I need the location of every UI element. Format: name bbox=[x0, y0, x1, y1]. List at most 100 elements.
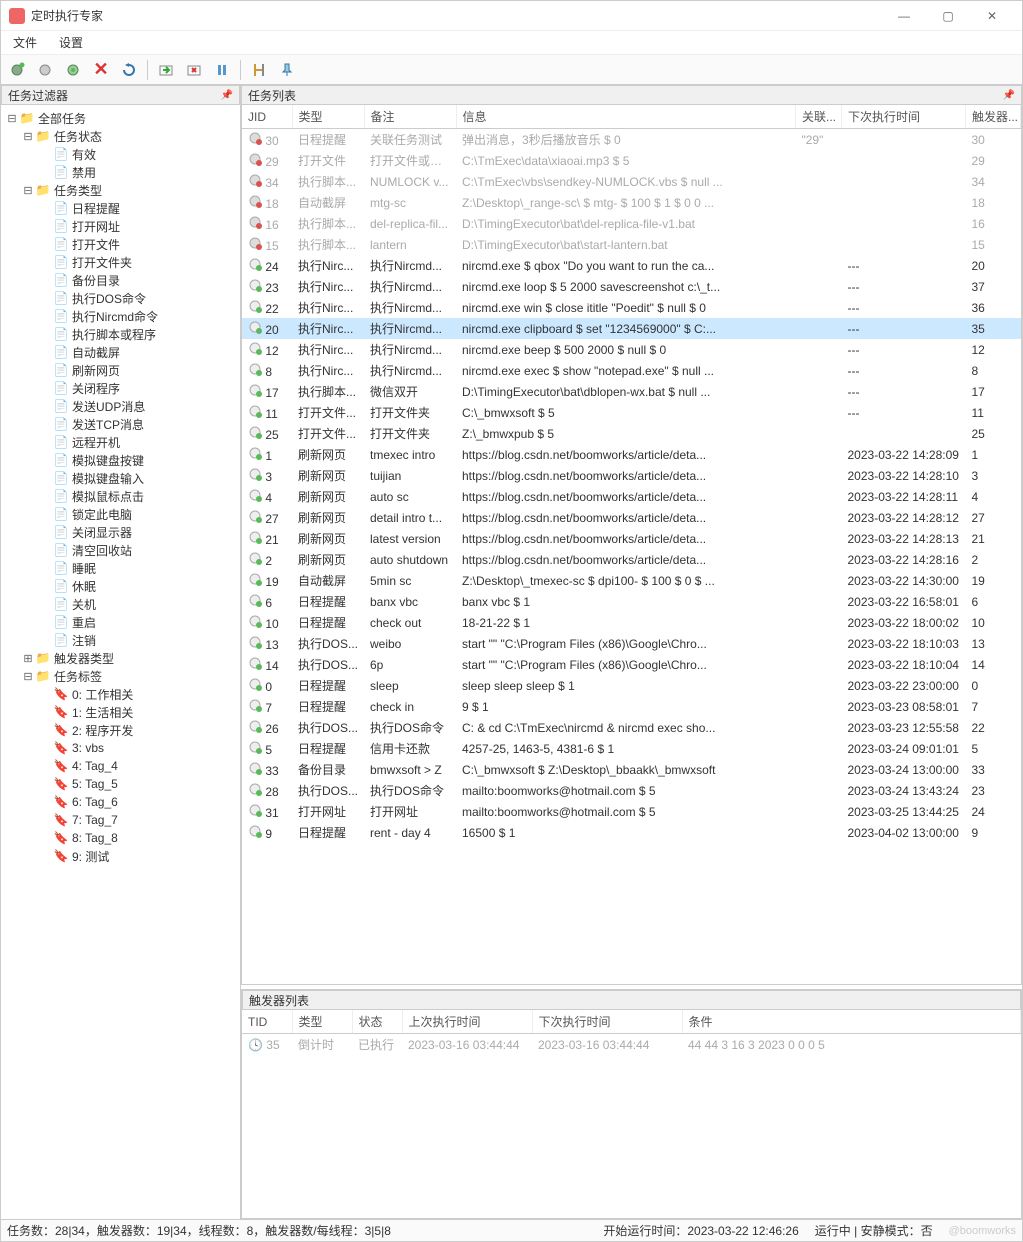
tree-tag-9[interactable]: 🔖9: 测试 bbox=[3, 847, 238, 865]
tree-tag-3[interactable]: 🔖3: vbs bbox=[3, 739, 238, 757]
task-row[interactable]: 18自动截屏mtg-scZ:\Desktop\_range-sc\ $ mtg-… bbox=[242, 192, 1021, 213]
tree-tag-6[interactable]: 🔖6: Tag_6 bbox=[3, 793, 238, 811]
task-row[interactable]: 8执行Nirc...执行Nircmd...nircmd.exe exec $ s… bbox=[242, 360, 1021, 381]
task-row[interactable]: 9日程提醒rent - day 416500 $ 12023-04-02 13:… bbox=[242, 822, 1021, 843]
tree-type-5[interactable]: 📄执行DOS命令 bbox=[3, 289, 238, 307]
task-row[interactable]: 6日程提醒banx vbcbanx vbc $ 12023-03-22 16:5… bbox=[242, 591, 1021, 612]
tree-type-22[interactable]: 📄关机 bbox=[3, 595, 238, 613]
tree-tag-0[interactable]: 🔖0: 工作相关 bbox=[3, 685, 238, 703]
tree-type-7[interactable]: 📄执行脚本或程序 bbox=[3, 325, 238, 343]
tree-type-17[interactable]: 📄锁定此电脑 bbox=[3, 505, 238, 523]
tcol-last[interactable]: 上次执行时间 bbox=[402, 1010, 532, 1034]
col-jid[interactable]: JID bbox=[242, 105, 292, 129]
task-row[interactable]: 26执行DOS...执行DOS命令C: & cd C:\TmExec\nircm… bbox=[242, 717, 1021, 738]
tree-type-3[interactable]: 📄打开文件夹 bbox=[3, 253, 238, 271]
col-info[interactable]: 信息 bbox=[456, 105, 796, 129]
tree-type-19[interactable]: 📄清空回收站 bbox=[3, 541, 238, 559]
tree-types[interactable]: ⊟📁任务类型 bbox=[3, 181, 238, 199]
tree-tag-8[interactable]: 🔖8: Tag_8 bbox=[3, 829, 238, 847]
task-row[interactable]: 14执行DOS...6pstart "" "C:\Program Files (… bbox=[242, 654, 1021, 675]
task-row[interactable]: 0日程提醒sleepsleep sleep sleep $ 12023-03-2… bbox=[242, 675, 1021, 696]
task-row[interactable]: 7日程提醒check in9 $ 12023-03-23 08:58:017 bbox=[242, 696, 1021, 717]
tree-type-1[interactable]: 📄打开网址 bbox=[3, 217, 238, 235]
tree-tags[interactable]: ⊟📁任务标签 bbox=[3, 667, 238, 685]
tcol-state[interactable]: 状态 bbox=[352, 1010, 402, 1034]
task-row[interactable]: 11打开文件...打开文件夹C:\_bmwxsoft $ 5---11 bbox=[242, 402, 1021, 423]
task-row[interactable]: 2刷新网页auto shutdownhttps://blog.csdn.net/… bbox=[242, 549, 1021, 570]
col-trig[interactable]: 触发器... bbox=[966, 105, 1021, 129]
task-row[interactable]: 1刷新网页tmexec introhttps://blog.csdn.net/b… bbox=[242, 444, 1021, 465]
task-row[interactable]: 3刷新网页tuijianhttps://blog.csdn.net/boomwo… bbox=[242, 465, 1021, 486]
toolbar-export[interactable] bbox=[182, 58, 206, 82]
task-row[interactable]: 23执行Nirc...执行Nircmd...nircmd.exe loop $ … bbox=[242, 276, 1021, 297]
tree-tag-4[interactable]: 🔖4: Tag_4 bbox=[3, 757, 238, 775]
task-row[interactable]: 33备份目录bmwxsoft > ZC:\_bmwxsoft $ Z:\Desk… bbox=[242, 759, 1021, 780]
toolbar-options[interactable] bbox=[247, 58, 271, 82]
task-row[interactable]: 30日程提醒关联任务测试弹出消息，3秒后播放音乐 $ 0"29"30 bbox=[242, 129, 1021, 151]
col-rel[interactable]: 关联... bbox=[796, 105, 842, 129]
task-row[interactable]: 4刷新网页auto schttps://blog.csdn.net/boomwo… bbox=[242, 486, 1021, 507]
toolbar-import[interactable] bbox=[154, 58, 178, 82]
tree-type-21[interactable]: 📄休眠 bbox=[3, 577, 238, 595]
toolbar-pause[interactable] bbox=[210, 58, 234, 82]
task-row[interactable]: 21刷新网页latest versionhttps://blog.csdn.ne… bbox=[242, 528, 1021, 549]
col-next[interactable]: 下次执行时间 bbox=[842, 105, 966, 129]
task-row[interactable]: 22执行Nirc...执行Nircmd...nircmd.exe win $ c… bbox=[242, 297, 1021, 318]
tree-type-16[interactable]: 📄模拟鼠标点击 bbox=[3, 487, 238, 505]
tree-type-9[interactable]: 📄刷新网页 bbox=[3, 361, 238, 379]
trigger-row[interactable]: 🕓 35倒计时已执行2023-03-16 03:44:442023-03-16 … bbox=[242, 1034, 1021, 1056]
col-note[interactable]: 备注 bbox=[364, 105, 456, 129]
toolbar-new3[interactable] bbox=[61, 58, 85, 82]
tcol-cond[interactable]: 条件 bbox=[682, 1010, 1021, 1034]
tree-type-13[interactable]: 📄远程开机 bbox=[3, 433, 238, 451]
maximize-button[interactable]: ▢ bbox=[926, 2, 970, 30]
tree-type-15[interactable]: 📄模拟键盘输入 bbox=[3, 469, 238, 487]
tcol-tid[interactable]: TID bbox=[242, 1010, 292, 1034]
task-row[interactable]: 20执行Nirc...执行Nircmd...nircmd.exe clipboa… bbox=[242, 318, 1021, 339]
tree-status-enabled[interactable]: 📄有效 bbox=[3, 145, 238, 163]
toolbar-refresh[interactable] bbox=[117, 58, 141, 82]
task-row[interactable]: 5日程提醒信用卡还款4257-25, 1463-5, 4381-6 $ 1202… bbox=[242, 738, 1021, 759]
task-row[interactable]: 31打开网址打开网址mailto:boomworks@hotmail.com $… bbox=[242, 801, 1021, 822]
tree-tag-2[interactable]: 🔖2: 程序开发 bbox=[3, 721, 238, 739]
tree-type-6[interactable]: 📄执行Nircmd命令 bbox=[3, 307, 238, 325]
tree-all-tasks[interactable]: ⊟📁全部任务 bbox=[3, 109, 238, 127]
tree-triggers[interactable]: ⊞📁触发器类型 bbox=[3, 649, 238, 667]
tree-tag-7[interactable]: 🔖7: Tag_7 bbox=[3, 811, 238, 829]
task-row[interactable]: 34执行脚本...NUMLOCK v...C:\TmExec\vbs\sendk… bbox=[242, 171, 1021, 192]
tree-tag-5[interactable]: 🔖5: Tag_5 bbox=[3, 775, 238, 793]
tree-status-disabled[interactable]: 📄禁用 bbox=[3, 163, 238, 181]
tree-type-11[interactable]: 📄发送UDP消息 bbox=[3, 397, 238, 415]
task-row[interactable]: 27刷新网页detail intro t...https://blog.csdn… bbox=[242, 507, 1021, 528]
tree-type-12[interactable]: 📄发送TCP消息 bbox=[3, 415, 238, 433]
tree-type-0[interactable]: 📄日程提醒 bbox=[3, 199, 238, 217]
minimize-button[interactable]: — bbox=[882, 2, 926, 30]
task-row[interactable]: 12执行Nirc...执行Nircmd...nircmd.exe beep $ … bbox=[242, 339, 1021, 360]
toolbar-new2[interactable] bbox=[33, 58, 57, 82]
pin-icon[interactable]: 📌 bbox=[221, 90, 233, 101]
task-row[interactable]: 10日程提醒check out18-21-22 $ 12023-03-22 18… bbox=[242, 612, 1021, 633]
tree-type-23[interactable]: 📄重启 bbox=[3, 613, 238, 631]
task-row[interactable]: 13执行DOS...weibostart "" "C:\Program File… bbox=[242, 633, 1021, 654]
tcol-next[interactable]: 下次执行时间 bbox=[532, 1010, 682, 1034]
task-row[interactable]: 29打开文件打开文件或程序C:\TmExec\data\xiaoai.mp3 $… bbox=[242, 150, 1021, 171]
tcol-type[interactable]: 类型 bbox=[292, 1010, 352, 1034]
tree-type-10[interactable]: 📄关闭程序 bbox=[3, 379, 238, 397]
task-row[interactable]: 17执行脚本...微信双开D:\TimingExecutor\bat\dblop… bbox=[242, 381, 1021, 402]
tree-type-8[interactable]: 📄自动截屏 bbox=[3, 343, 238, 361]
toolbar-delete[interactable]: ✕ bbox=[89, 58, 113, 82]
tree-type-2[interactable]: 📄打开文件 bbox=[3, 235, 238, 253]
tree-type-4[interactable]: 📄备份目录 bbox=[3, 271, 238, 289]
task-row[interactable]: 25打开文件...打开文件夹Z:\_bmwxpub $ 525 bbox=[242, 423, 1021, 444]
task-row[interactable]: 15执行脚本...lanternD:\TimingExecutor\bat\st… bbox=[242, 234, 1021, 255]
tree-status[interactable]: ⊟📁任务状态 bbox=[3, 127, 238, 145]
tree-type-18[interactable]: 📄关闭显示器 bbox=[3, 523, 238, 541]
task-row[interactable]: 24执行Nirc...执行Nircmd...nircmd.exe $ qbox … bbox=[242, 255, 1021, 276]
tree-type-20[interactable]: 📄睡眠 bbox=[3, 559, 238, 577]
close-button[interactable]: ✕ bbox=[970, 2, 1014, 30]
tree-tag-1[interactable]: 🔖1: 生活相关 bbox=[3, 703, 238, 721]
task-row[interactable]: 28执行DOS...执行DOS命令mailto:boomworks@hotmai… bbox=[242, 780, 1021, 801]
pin-icon[interactable]: 📌 bbox=[1003, 90, 1015, 101]
task-list[interactable]: JID 类型 备注 信息 关联... 下次执行时间 触发器... 30日程提醒关… bbox=[241, 105, 1022, 985]
toolbar-pin[interactable] bbox=[275, 58, 299, 82]
